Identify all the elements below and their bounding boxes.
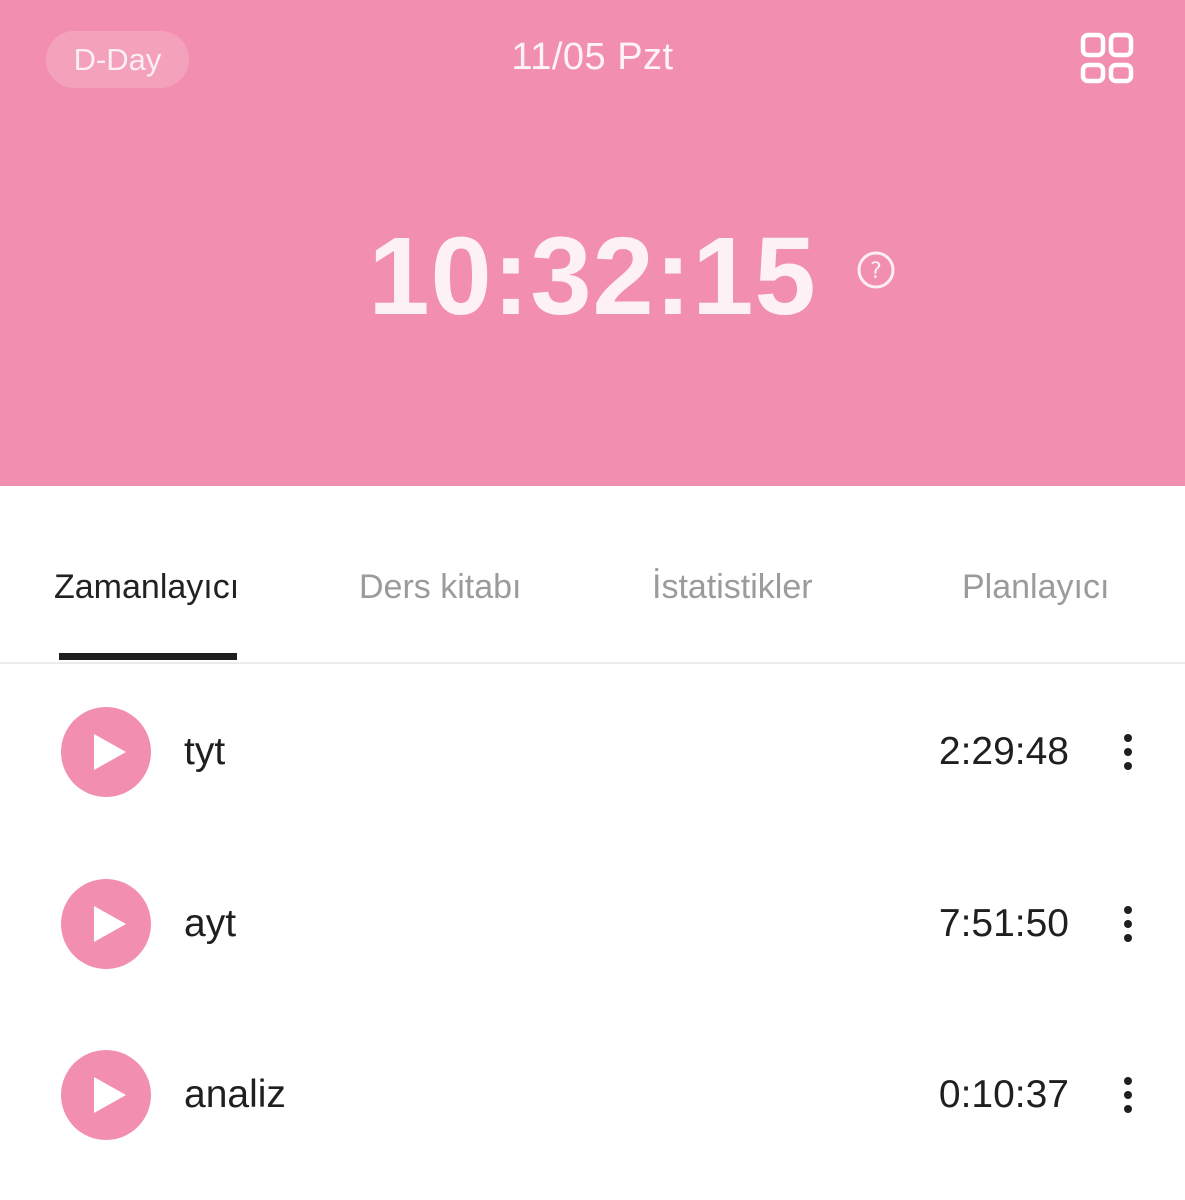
list-item: analiz 0:10:37 — [0, 1009, 1185, 1181]
play-icon — [94, 906, 126, 942]
play-icon — [94, 1077, 126, 1113]
more-options-icon[interactable] — [1114, 732, 1142, 772]
subject-time: 2:29:48 — [938, 730, 1069, 773]
list-item: tyt 2:29:48 — [0, 666, 1185, 838]
subject-time: 7:51:50 — [938, 902, 1069, 945]
tab-bar: Zamanlayıcı Ders kitabı İstatistikler Pl… — [0, 486, 1185, 664]
grid-icon[interactable] — [1078, 30, 1138, 90]
tab-textbook[interactable]: Ders kitabı — [359, 568, 522, 607]
tab-statistics[interactable]: İstatistikler — [652, 568, 813, 607]
list-item: ayt 7:51:50 — [0, 838, 1185, 1010]
subject-name: ayt — [184, 902, 237, 945]
header: D-Day 11/05 Pzt 10:32:15 ? — [0, 0, 1185, 486]
tab-planner[interactable]: Planlayıcı — [962, 568, 1109, 607]
play-button[interactable] — [61, 707, 151, 797]
active-tab-indicator — [59, 653, 237, 660]
svg-text:?: ? — [870, 259, 882, 284]
play-button[interactable] — [61, 879, 151, 969]
more-options-icon[interactable] — [1114, 904, 1142, 944]
play-icon — [94, 734, 126, 770]
tab-timer[interactable]: Zamanlayıcı — [54, 568, 239, 607]
app-root: D-Day 11/05 Pzt 10:32:15 ? Zamanlayıcı D… — [0, 0, 1185, 1200]
more-options-icon[interactable] — [1114, 1075, 1142, 1115]
subject-time: 0:10:37 — [938, 1073, 1069, 1116]
subject-name: analiz — [184, 1073, 286, 1116]
subject-name: tyt — [184, 730, 226, 773]
play-button[interactable] — [61, 1050, 151, 1140]
date-label[interactable]: 11/05 Pzt — [0, 36, 1185, 79]
help-icon[interactable]: ? — [856, 250, 896, 290]
total-study-timer: 10:32:15 — [368, 215, 817, 338]
